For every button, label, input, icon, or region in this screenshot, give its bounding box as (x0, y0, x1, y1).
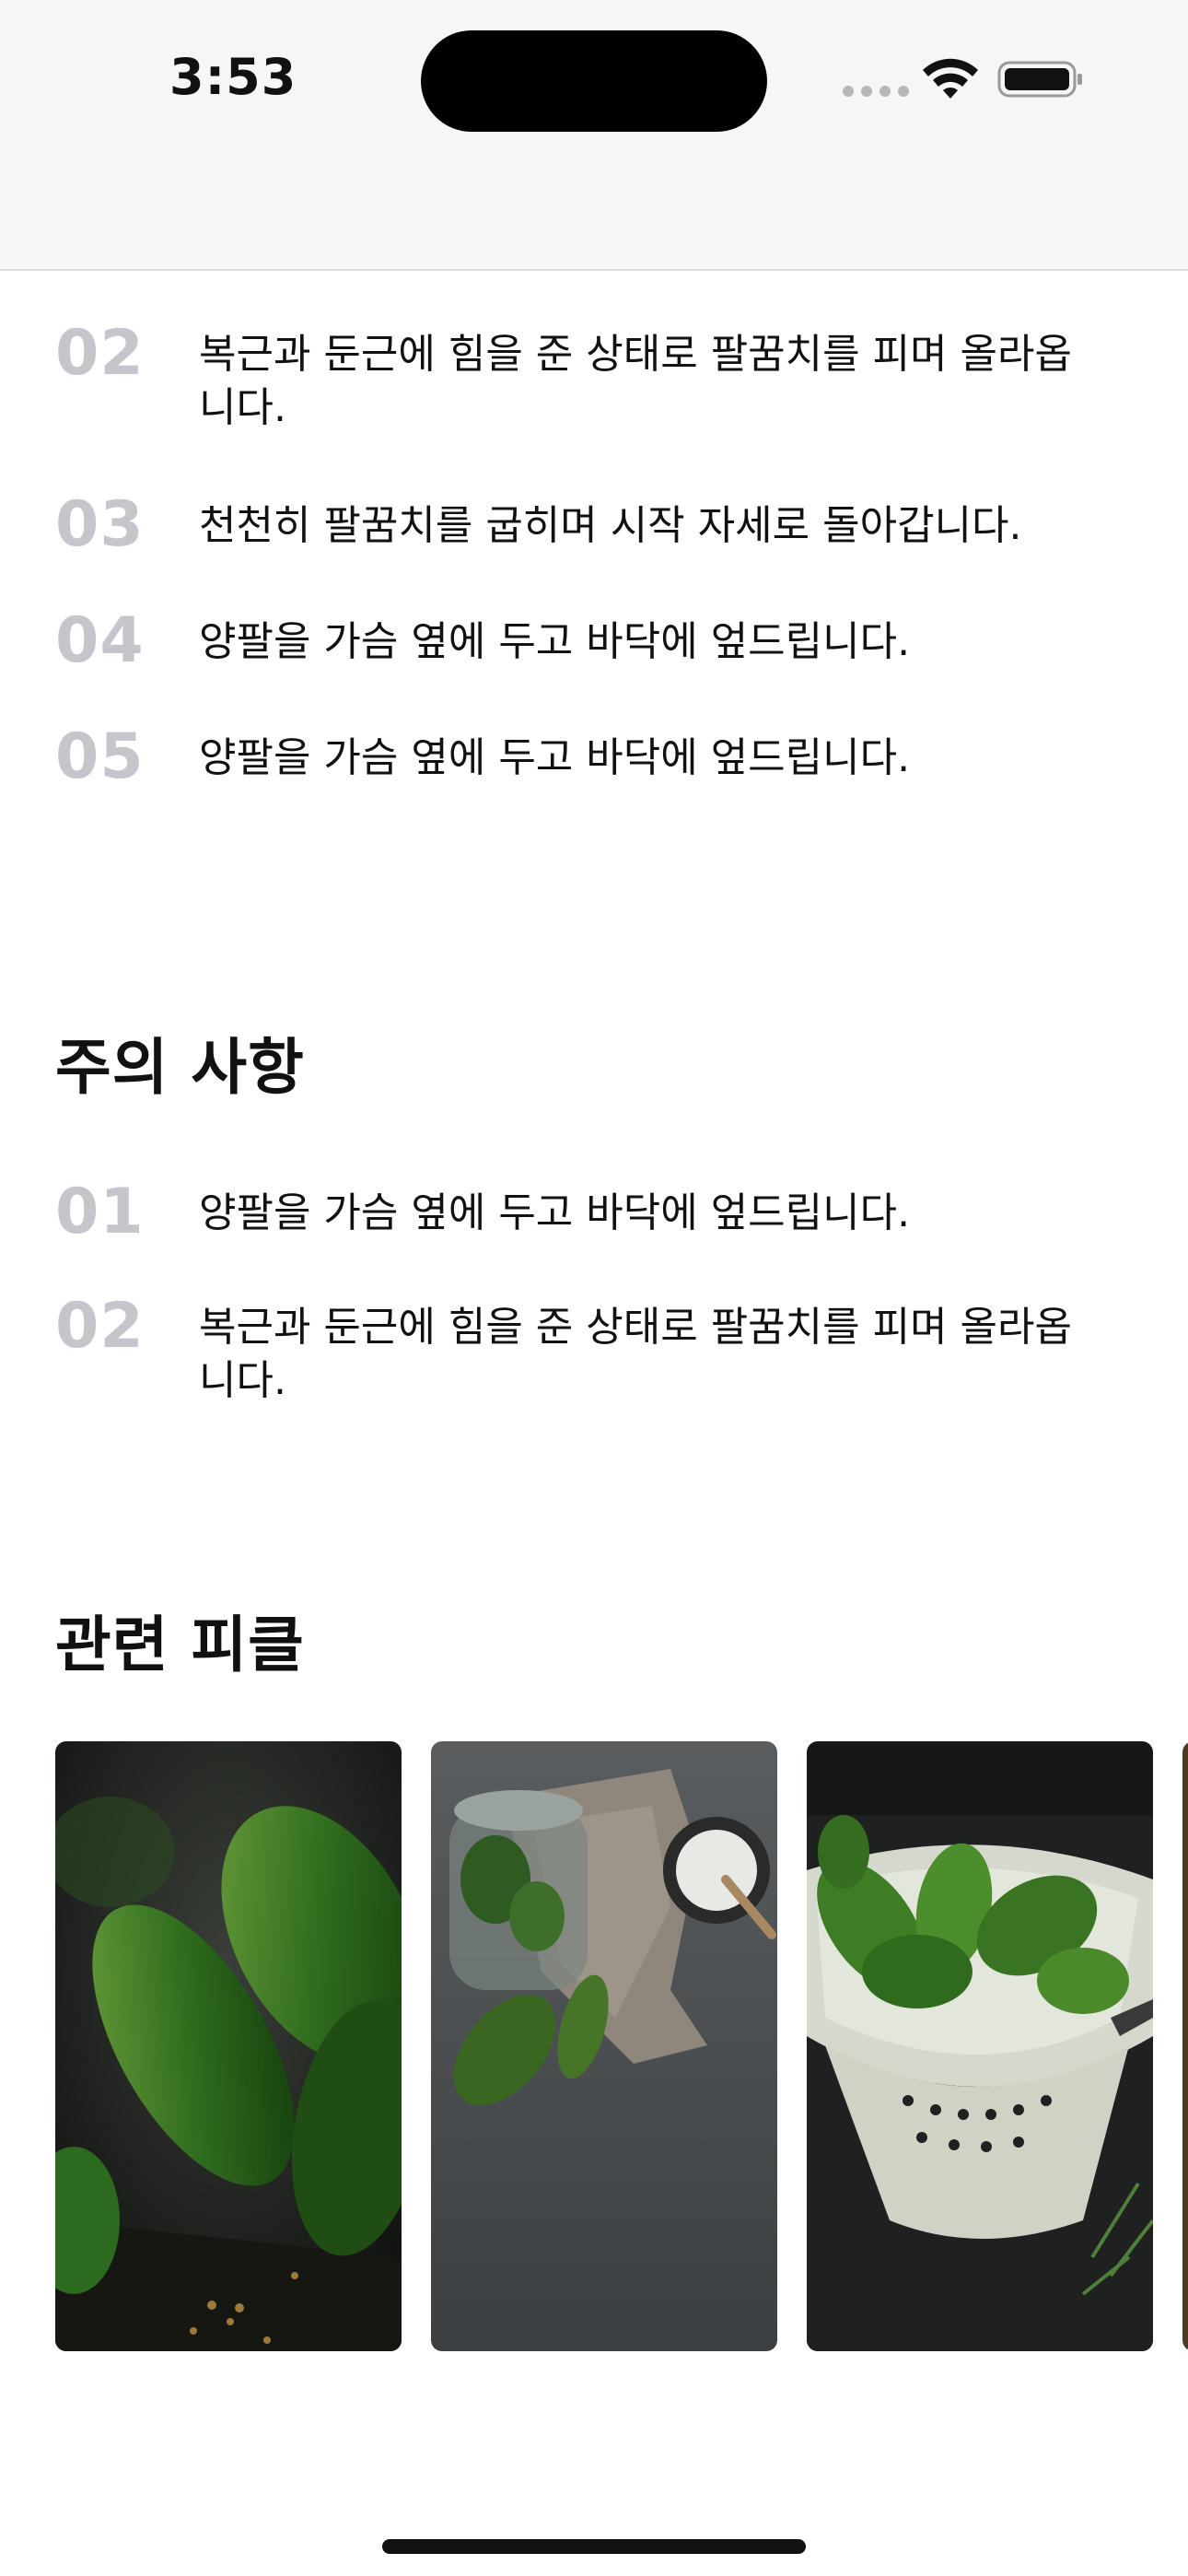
status-time: 3:53 (169, 48, 297, 106)
caution-text: 복근과 둔근에 힘을 준 상태로 팔꿈치를 피며 올라옵니다. (199, 1304, 1072, 1404)
pickle-card-2[interactable] (431, 1741, 777, 2351)
cellular-signal-icon (843, 86, 909, 97)
caution-text: 양팔을 가슴 옆에 두고 바닥에 엎드립니다. (199, 1189, 911, 1236)
step-text: 복근과 둔근에 힘을 준 상태로 팔꿈치를 피며 올라옵니다. (199, 331, 1072, 431)
step-text: 양팔을 가슴 옆에 두고 바닥에 엎드립니다. (199, 618, 911, 665)
step-number: 02 (55, 317, 145, 390)
cautions-title: 주의 사항 (55, 1032, 305, 1103)
caution-number: 01 (55, 1176, 145, 1248)
step-number: 05 (55, 720, 145, 793)
pickles-partial-image (1182, 1741, 1188, 2351)
step-number: 04 (55, 604, 145, 677)
status-bar: 3:53 (0, 0, 1188, 271)
dynamic-island (421, 30, 767, 132)
home-indicator[interactable] (382, 2539, 806, 2554)
step-text: 천천히 팔꿈치를 굽히며 시작 자세로 돌아갑니다. (199, 502, 1022, 549)
battery-icon (997, 61, 1082, 98)
pickles-in-colander-image (807, 1741, 1153, 2351)
wifi-icon (923, 58, 978, 99)
pickles-on-wood-image (55, 1741, 402, 2351)
pickle-card-1[interactable] (55, 1741, 402, 2351)
related-pickles-title: 관련 피클 (55, 1610, 305, 1680)
step-number: 03 (55, 488, 145, 561)
related-pickles-carousel[interactable] (55, 1741, 1188, 2351)
pickles-jar-and-salt-image (431, 1741, 777, 2351)
pickle-card-4[interactable] (1182, 1741, 1188, 2351)
pickle-card-3[interactable] (807, 1741, 1153, 2351)
caution-number: 02 (55, 1290, 145, 1363)
step-text: 양팔을 가슴 옆에 두고 바닥에 엎드립니다. (199, 734, 911, 781)
